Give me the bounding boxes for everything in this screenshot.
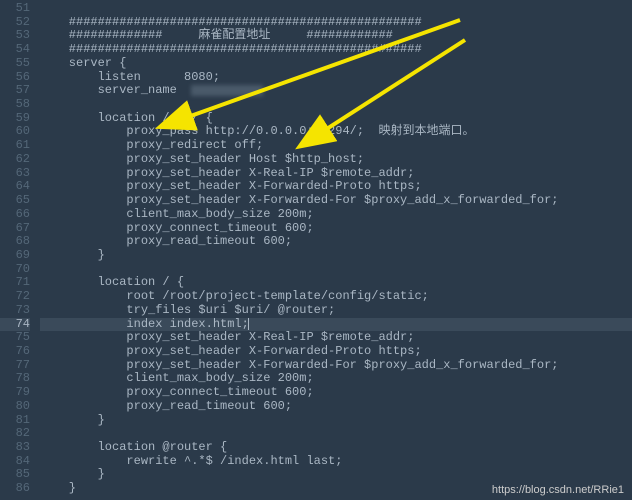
code-line[interactable]: try_files $uri $uri/ @router; [40, 304, 632, 318]
line-number: 72 [0, 290, 30, 304]
code-line[interactable]: proxy_pass http://0.0.0.0:20294/; 映射到本地端… [40, 125, 632, 139]
code-line[interactable]: server { [40, 57, 632, 71]
line-number: 82 [0, 427, 30, 441]
line-number: 65 [0, 194, 30, 208]
code-line[interactable]: proxy_set_header Host $http_host; [40, 153, 632, 167]
line-number: 60 [0, 125, 30, 139]
line-number: 78 [0, 372, 30, 386]
line-number: 57 [0, 84, 30, 98]
line-number: 63 [0, 167, 30, 181]
code-line[interactable]: proxy_set_header X-Forwarded-For $proxy_… [40, 359, 632, 373]
line-number: 51 [0, 2, 30, 16]
code-line[interactable]: proxy_connect_timeout 600; [40, 386, 632, 400]
code-line[interactable] [40, 98, 632, 112]
code-line[interactable]: proxy_connect_timeout 600; [40, 222, 632, 236]
code-line[interactable]: proxy_redirect off; [40, 139, 632, 153]
code-content[interactable]: ########################################… [40, 0, 632, 496]
line-number: 58 [0, 98, 30, 112]
line-number: 69 [0, 249, 30, 263]
line-number: 84 [0, 455, 30, 469]
code-line[interactable]: } [40, 468, 632, 482]
code-line[interactable]: location / { [40, 276, 632, 290]
line-number: 73 [0, 304, 30, 318]
code-line[interactable]: proxy_read_timeout 600; [40, 400, 632, 414]
code-line[interactable] [40, 2, 632, 16]
line-number: 68 [0, 235, 30, 249]
code-line[interactable]: client_max_body_size 200m; [40, 372, 632, 386]
line-number: 71 [0, 276, 30, 290]
line-number: 80 [0, 400, 30, 414]
line-number-gutter: 5152535455565758596061626364656667686970… [0, 0, 40, 496]
code-line[interactable]: proxy_set_header X-Real-IP $remote_addr; [40, 167, 632, 181]
code-line[interactable]: rewrite ^.*$ /index.html last; [40, 455, 632, 469]
line-number: 66 [0, 208, 30, 222]
code-line[interactable]: location @router { [40, 441, 632, 455]
line-number: 61 [0, 139, 30, 153]
code-line[interactable]: ########################################… [40, 43, 632, 57]
watermark: https://blog.csdn.net/RRie1 [492, 484, 624, 496]
line-number: 64 [0, 180, 30, 194]
line-number: 77 [0, 359, 30, 373]
code-line[interactable]: } [40, 414, 632, 428]
text-cursor [248, 318, 249, 330]
redacted-text [191, 85, 263, 96]
line-number: 86 [0, 482, 30, 496]
line-number: 70 [0, 263, 30, 277]
code-line[interactable] [40, 263, 632, 277]
line-number: 52 [0, 16, 30, 30]
line-number: 83 [0, 441, 30, 455]
code-line[interactable] [40, 427, 632, 441]
line-number: 53 [0, 29, 30, 43]
code-line[interactable]: server_name [40, 84, 632, 98]
line-number: 75 [0, 331, 30, 345]
line-number: 55 [0, 57, 30, 71]
code-editor[interactable]: 5152535455565758596061626364656667686970… [0, 0, 632, 496]
line-number: 59 [0, 112, 30, 126]
line-number: 54 [0, 43, 30, 57]
code-line[interactable]: root /root/project-template/config/stati… [40, 290, 632, 304]
line-number: 67 [0, 222, 30, 236]
code-line[interactable]: proxy_read_timeout 600; [40, 235, 632, 249]
line-number: 76 [0, 345, 30, 359]
code-line[interactable]: proxy_set_header X-Real-IP $remote_addr; [40, 331, 632, 345]
code-line[interactable]: proxy_set_header X-Forwarded-For $proxy_… [40, 194, 632, 208]
line-number: 62 [0, 153, 30, 167]
code-line[interactable]: ############# 麻雀配置地址 ############ [40, 29, 632, 43]
code-line[interactable]: listen 8080; [40, 71, 632, 85]
code-line[interactable]: client_max_body_size 200m; [40, 208, 632, 222]
code-line[interactable]: } [40, 249, 632, 263]
line-number: 74 [0, 318, 30, 332]
code-line[interactable]: proxy_set_header X-Forwarded-Proto https… [40, 345, 632, 359]
line-number: 81 [0, 414, 30, 428]
line-number: 79 [0, 386, 30, 400]
line-number: 85 [0, 468, 30, 482]
code-line[interactable]: proxy_set_header X-Forwarded-Proto https… [40, 180, 632, 194]
line-number: 56 [0, 71, 30, 85]
code-line[interactable]: index index.html; [40, 318, 632, 332]
